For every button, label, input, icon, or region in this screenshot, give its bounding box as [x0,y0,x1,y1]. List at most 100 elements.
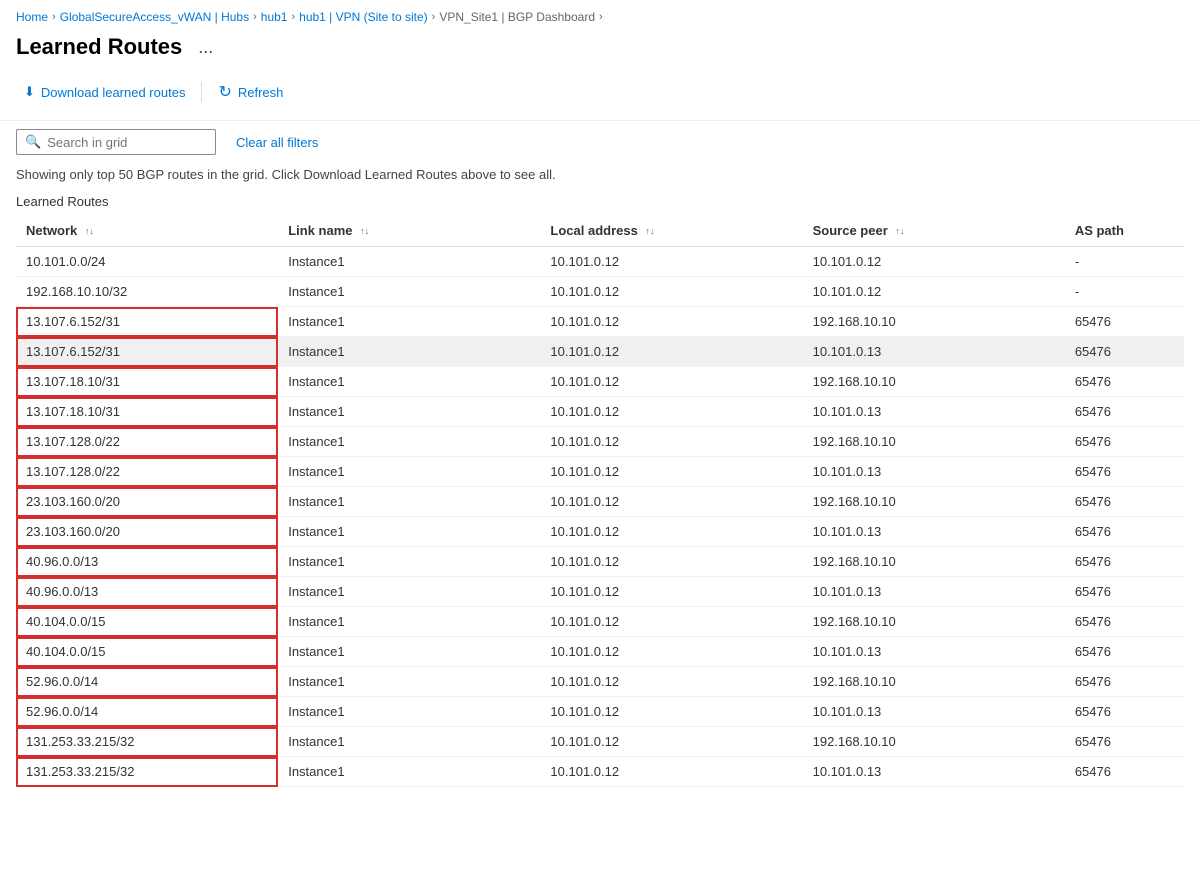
table-row[interactable]: 13.107.18.10/31Instance110.101.0.1210.10… [16,397,1184,427]
breadcrumb-hub1[interactable]: hub1 [261,10,288,24]
cell-network: 52.96.0.0/14 [16,697,278,727]
table-row[interactable]: 131.253.33.215/32Instance110.101.0.12192… [16,727,1184,757]
cell-network: 192.168.10.10/32 [16,277,278,307]
cell-as-path: 65476 [1065,307,1184,337]
search-icon: 🔍 [25,134,41,150]
cell-local-address: 10.101.0.12 [540,337,802,367]
table-row[interactable]: 13.107.128.0/22Instance110.101.0.12192.1… [16,427,1184,457]
cell-source-peer: 192.168.10.10 [803,307,1065,337]
sort-link-icon[interactable]: ↑↓ [360,227,369,236]
cell-link-name: Instance1 [278,337,540,367]
table-row[interactable]: 23.103.160.0/20Instance110.101.0.1210.10… [16,517,1184,547]
toolbar-divider [201,82,202,102]
cell-source-peer: 10.101.0.13 [803,517,1065,547]
cell-link-name: Instance1 [278,247,540,277]
search-input[interactable] [47,135,207,150]
ellipsis-button[interactable]: ... [192,35,219,60]
cell-local-address: 10.101.0.12 [540,637,802,667]
cell-source-peer: 192.168.10.10 [803,547,1065,577]
cell-network: 13.107.128.0/22 [16,427,278,457]
table-row[interactable]: 13.107.6.152/31Instance110.101.0.1210.10… [16,337,1184,367]
cell-as-path: - [1065,277,1184,307]
table-row[interactable]: 192.168.10.10/32Instance110.101.0.1210.1… [16,277,1184,307]
cell-link-name: Instance1 [278,397,540,427]
toolbar: Download learned routes Refresh [0,72,1200,121]
refresh-button[interactable]: Refresh [210,76,291,108]
cell-local-address: 10.101.0.12 [540,547,802,577]
col-local-address[interactable]: Local address ↑↓ [540,215,802,247]
refresh-label: Refresh [238,85,284,100]
cell-as-path: 65476 [1065,457,1184,487]
table-row[interactable]: 131.253.33.215/32Instance110.101.0.1210.… [16,757,1184,787]
cell-as-path: 65476 [1065,397,1184,427]
breadcrumb-vwan[interactable]: GlobalSecureAccess_vWAN | Hubs [60,10,249,24]
cell-link-name: Instance1 [278,517,540,547]
cell-local-address: 10.101.0.12 [540,277,802,307]
sort-network-icon[interactable]: ↑↓ [85,227,94,236]
cell-as-path: 65476 [1065,367,1184,397]
table-row[interactable]: 13.107.128.0/22Instance110.101.0.1210.10… [16,457,1184,487]
cell-network: 13.107.18.10/31 [16,397,278,427]
breadcrumb: Home › GlobalSecureAccess_vWAN | Hubs › … [0,0,1200,30]
clear-filters-button[interactable]: Clear all filters [232,131,322,154]
cell-local-address: 10.101.0.12 [540,307,802,337]
cell-local-address: 10.101.0.12 [540,757,802,787]
cell-network: 13.107.6.152/31 [16,337,278,367]
table-row[interactable]: 40.104.0.0/15Instance110.101.0.1210.101.… [16,637,1184,667]
cell-source-peer: 10.101.0.13 [803,757,1065,787]
cell-as-path: - [1065,247,1184,277]
table-row[interactable]: 10.101.0.0/24Instance110.101.0.1210.101.… [16,247,1184,277]
cell-network: 40.104.0.0/15 [16,607,278,637]
table-header-row: Network ↑↓ Link name ↑↓ Local address ↑↓… [16,215,1184,247]
table-row[interactable]: 40.96.0.0/13Instance110.101.0.1210.101.0… [16,577,1184,607]
cell-link-name: Instance1 [278,307,540,337]
table-row[interactable]: 13.107.6.152/31Instance110.101.0.12192.1… [16,307,1184,337]
cell-link-name: Instance1 [278,547,540,577]
download-button[interactable]: Download learned routes [16,78,193,106]
sort-source-icon[interactable]: ↑↓ [895,227,904,236]
col-network[interactable]: Network ↑↓ [16,215,278,247]
page-title: Learned Routes [16,34,182,60]
refresh-icon [218,82,231,102]
cell-local-address: 10.101.0.12 [540,697,802,727]
cell-link-name: Instance1 [278,577,540,607]
cell-source-peer: 192.168.10.10 [803,607,1065,637]
breadcrumb-vpn[interactable]: hub1 | VPN (Site to site) [299,10,428,24]
cell-network: 13.107.128.0/22 [16,457,278,487]
cell-source-peer: 192.168.10.10 [803,367,1065,397]
cell-source-peer: 10.101.0.13 [803,457,1065,487]
table-row[interactable]: 52.96.0.0/14Instance110.101.0.1210.101.0… [16,697,1184,727]
sort-local-icon[interactable]: ↑↓ [645,227,654,236]
cell-as-path: 65476 [1065,607,1184,637]
table-row[interactable]: 23.103.160.0/20Instance110.101.0.12192.1… [16,487,1184,517]
breadcrumb-home[interactable]: Home [16,10,48,24]
download-icon [24,84,35,100]
search-box[interactable]: 🔍 [16,129,216,155]
col-as-path: AS path [1065,215,1184,247]
table-container: Network ↑↓ Link name ↑↓ Local address ↑↓… [0,215,1200,787]
cell-as-path: 65476 [1065,427,1184,457]
cell-link-name: Instance1 [278,637,540,667]
cell-local-address: 10.101.0.12 [540,397,802,427]
cell-local-address: 10.101.0.12 [540,577,802,607]
cell-network: 40.104.0.0/15 [16,637,278,667]
cell-as-path: 65476 [1065,697,1184,727]
cell-link-name: Instance1 [278,757,540,787]
col-source-peer[interactable]: Source peer ↑↓ [803,215,1065,247]
cell-local-address: 10.101.0.12 [540,367,802,397]
cell-network: 131.253.33.215/32 [16,757,278,787]
routes-table: Network ↑↓ Link name ↑↓ Local address ↑↓… [16,215,1184,787]
col-link-name[interactable]: Link name ↑↓ [278,215,540,247]
section-label: Learned Routes [0,190,1200,215]
cell-as-path: 65476 [1065,667,1184,697]
table-row[interactable]: 40.104.0.0/15Instance110.101.0.12192.168… [16,607,1184,637]
table-row[interactable]: 52.96.0.0/14Instance110.101.0.12192.168.… [16,667,1184,697]
cell-source-peer: 192.168.10.10 [803,427,1065,457]
table-row[interactable]: 13.107.18.10/31Instance110.101.0.12192.1… [16,367,1184,397]
page-header: Learned Routes ... [0,30,1200,72]
table-row[interactable]: 40.96.0.0/13Instance110.101.0.12192.168.… [16,547,1184,577]
cell-link-name: Instance1 [278,607,540,637]
cell-source-peer: 10.101.0.13 [803,397,1065,427]
cell-source-peer: 192.168.10.10 [803,487,1065,517]
cell-as-path: 65476 [1065,337,1184,367]
